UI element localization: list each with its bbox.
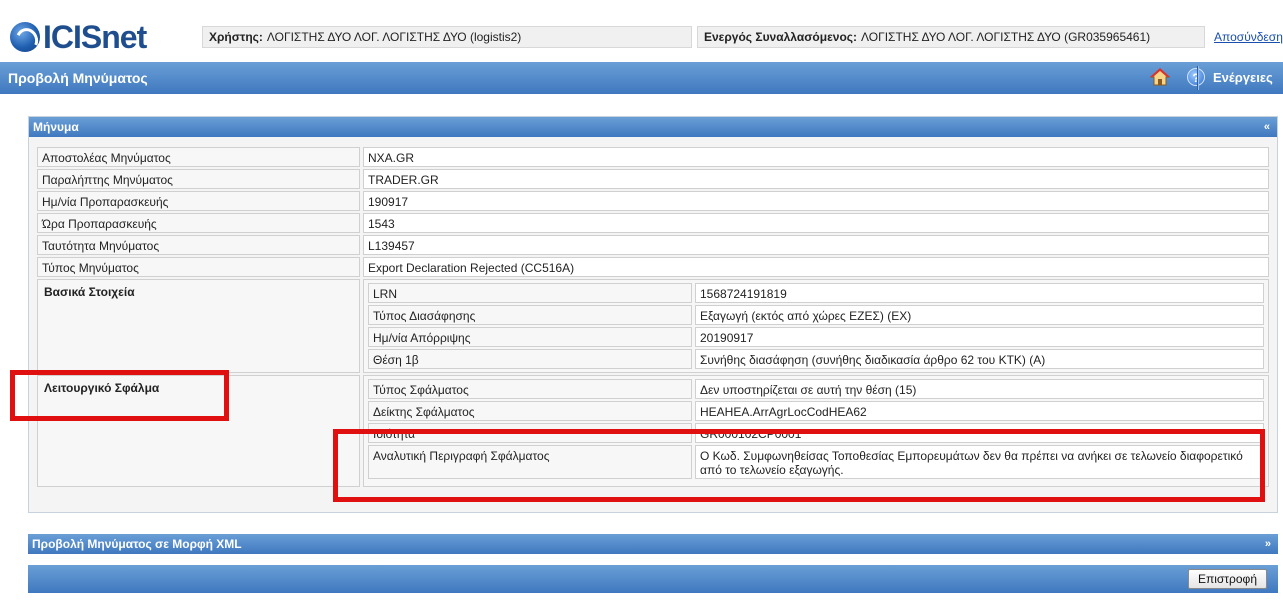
field-row: Ημ/νία Απόρριψης 20190917 [368,327,1264,347]
logout-link[interactable]: Αποσύνδεση [1214,30,1283,44]
field-row: Παραλήπτης Μηνύματος TRADER.GR [37,169,1269,189]
field-label: Τύπος Διασάφησης [368,305,692,325]
field-row: LRN 1568724191819 [368,283,1264,303]
highlight-error-title [10,370,229,421]
field-row: Δείκτης Σφάλματος HEAHEA.ArrAgrLocCodHEA… [368,401,1264,421]
field-label: Παραλήπτης Μηνύματος [37,169,360,189]
trader-info: Ενεργός Συναλλασόμενος: ΛΟΓΙΣΤΗΣ ΔΥΟ ΛΟΓ… [697,26,1205,48]
page-title: Προβολή Μηνύματος [8,70,148,86]
footer-bar: Επιστροφή [28,565,1278,593]
field-value: Δεν υποστηρίζεται σε αυτή την θέση (15) [695,379,1264,399]
xml-panel-title: Προβολή Μηνύματος σε Μορφή XML [32,537,242,551]
field-value: HEAHEA.ArrAgrLocCodHEA62 [695,401,1264,421]
actions-menu[interactable]: Ενέργειες [1213,70,1273,85]
globe-icon [10,22,40,52]
field-row: Ημ/νία Προπαρασκευής 190917 [37,191,1269,211]
field-row: Τύπος Σφάλματος Δεν υποστηρίζεται σε αυτ… [368,379,1264,399]
field-row: Τύπος Μηνύματος Export Declaration Rejec… [37,257,1269,277]
field-label: Ημ/νία Προπαρασκευής [37,191,360,211]
field-label: Τύπος Μηνύματος [37,257,360,277]
field-label: Ημ/νία Απόρριψης [368,327,692,347]
xml-panel-header[interactable]: Προβολή Μηνύματος σε Μορφή XML » [28,534,1278,554]
user-info: Χρήστης: ΛΟΓΙΣΤΗΣ ΔΥΟ ΛΟΓ. ΛΟΓΙΣΤΗΣ ΔΥΟ … [202,26,692,48]
field-value: Εξαγωγή (εκτός από χώρες ΕΖΕΣ) (EX) [695,305,1264,325]
field-label: Ώρα Προπαρασκευής [37,213,360,233]
xml-panel: Προβολή Μηνύματος σε Μορφή XML » [28,534,1278,554]
field-value: NXA.GR [363,147,1269,167]
user-label: Χρήστης: [209,30,263,44]
field-value: 1568724191819 [695,283,1264,303]
field-row: Ταυτότητα Μηνύματος L139457 [37,235,1269,255]
field-label: Αποστολέας Μηνύματος [37,147,360,167]
field-value: 20190917 [695,327,1264,347]
field-value: TRADER.GR [363,169,1269,189]
basic-info-fields: LRN 1568724191819 Τύπος Διασάφησης Εξαγω… [363,279,1269,373]
field-label: Τύπος Σφάλματος [368,379,692,399]
field-value: Συνήθης διασάφηση (συνήθης διαδικασία άρ… [695,349,1264,369]
icisnet-logo: ICISnet [10,18,147,55]
field-label: Θέση 1β [368,349,692,369]
field-value: L139457 [363,235,1269,255]
back-button[interactable]: Επιστροφή [1187,569,1267,589]
home-icon[interactable] [1150,67,1170,87]
user-value: ΛΟΓΙΣΤΗΣ ΔΥΟ ΛΟΓ. ΛΟΓΙΣΤΗΣ ΔΥΟ (logistis… [266,30,522,44]
trader-value: ΛΟΓΙΣΤΗΣ ΔΥΟ ΛΟΓ. ΛΟΓΙΣΤΗΣ ΔΥΟ (GR035965… [861,30,1151,44]
message-panel-header[interactable]: Μήνυμα « [29,117,1277,137]
field-value: 190917 [363,191,1269,211]
basic-info-group: Βασικά Στοιχεία LRN 1568724191819 Τύπος … [37,279,1269,373]
field-value: Export Declaration Rejected (CC516A) [363,257,1269,277]
field-label: LRN [368,283,692,303]
field-label: Ταυτότητα Μηνύματος [37,235,360,255]
highlight-error-details [333,429,1265,502]
field-label: Δείκτης Σφάλματος [368,401,692,421]
message-panel-title: Μήνυμα [33,120,79,134]
page-titlebar: Προβολή Μηνύματος ? Ενέργειες [0,62,1283,94]
top-header: ICISnet Χρήστης: ΛΟΓΙΣΤΗΣ ΔΥΟ ΛΟΓ. ΛΟΓΙΣ… [0,0,1283,62]
field-row: Αποστολέας Μηνύματος NXA.GR [37,147,1269,167]
help-icon[interactable]: ? [1187,68,1205,86]
field-row: Θέση 1β Συνήθης διασάφηση (συνήθης διαδι… [368,349,1264,369]
field-value: 1543 [363,213,1269,233]
trader-label: Ενεργός Συναλλασόμενος: [704,30,858,44]
collapse-icon[interactable]: « [1264,117,1270,137]
logo-text: ICISnet [43,18,147,55]
field-row: Ώρα Προπαρασκευής 1543 [37,213,1269,233]
field-row: Τύπος Διασάφησης Εξαγωγή (εκτός από χώρε… [368,305,1264,325]
expand-icon[interactable]: » [1265,534,1271,554]
basic-info-title: Βασικά Στοιχεία [37,279,360,373]
divider [1198,66,1199,90]
